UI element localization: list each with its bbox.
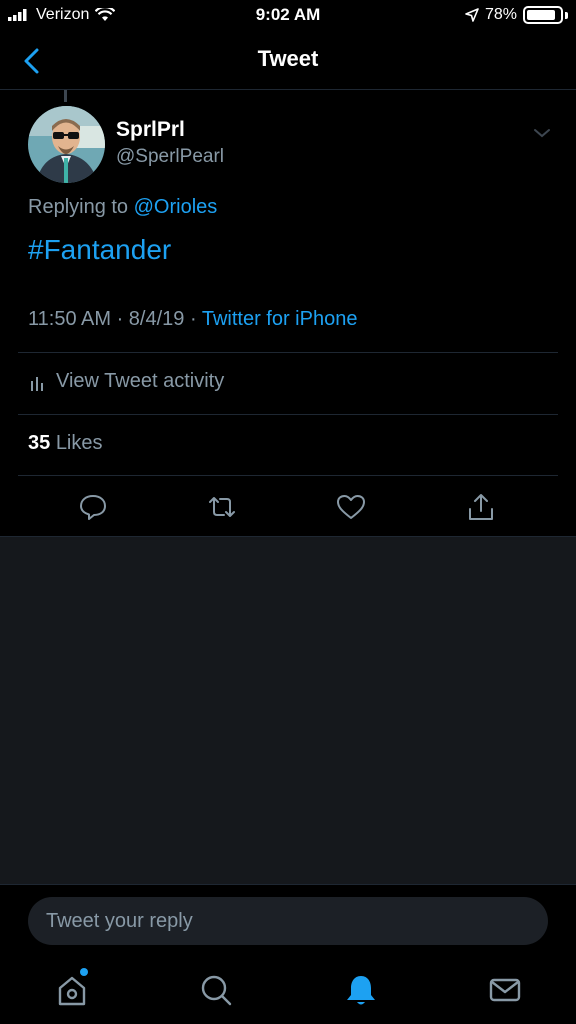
search-icon[interactable] <box>198 972 234 1008</box>
status-bar: Verizon 9:02 AM 78% <box>0 0 576 32</box>
thread-line <box>64 90 67 102</box>
tweet-actions <box>0 478 576 534</box>
battery-label: 78% <box>484 6 517 23</box>
bar-chart-icon <box>31 376 43 391</box>
retweet-icon[interactable] <box>207 492 237 522</box>
divider <box>18 352 558 353</box>
user-handle[interactable]: @SperlPearl <box>116 146 224 168</box>
replying-to: Replying to @Orioles <box>28 196 217 219</box>
avatar[interactable] <box>28 106 105 183</box>
reply-bar <box>0 884 576 961</box>
tweet-meta: 11:50 AM · 8/4/19 · Twitter for iPhone <box>28 308 357 331</box>
nav-bar: Tweet <box>0 32 576 90</box>
chevron-down-icon[interactable] <box>532 126 552 140</box>
display-name[interactable]: SprlPrl <box>116 118 185 142</box>
tab-bar <box>0 960 576 1024</box>
divider <box>18 414 558 415</box>
likes-count: 35 <box>28 432 51 454</box>
home-notification-dot <box>80 968 88 976</box>
share-icon[interactable] <box>466 492 496 522</box>
messages-icon[interactable] <box>487 972 523 1008</box>
page-title: Tweet <box>257 46 319 71</box>
home-icon[interactable] <box>54 972 90 1008</box>
likes-count-link[interactable]: 35 Likes <box>28 432 103 455</box>
empty-replies-area <box>0 536 576 885</box>
divider <box>18 475 558 476</box>
tweet-source-link[interactable]: Twitter for iPhone <box>202 308 358 330</box>
view-activity-label: View Tweet activity <box>56 370 225 392</box>
avatar-image <box>28 106 105 183</box>
battery-icon <box>523 6 563 24</box>
tweet-detail: SprlPrl @SperlPearl Replying to @Orioles… <box>0 90 576 536</box>
likes-label: Likes <box>55 432 103 454</box>
view-activity-button[interactable]: View Tweet activity <box>30 370 224 393</box>
reply-icon[interactable] <box>78 492 108 522</box>
notifications-icon[interactable] <box>343 972 379 1008</box>
tweet-timestamp: 11:50 AM · 8/4/19 · <box>28 308 197 330</box>
replying-prefix: Replying to <box>28 196 129 218</box>
tweet-text-hashtag[interactable]: #Fantander <box>28 234 171 266</box>
location-icon <box>465 8 479 22</box>
like-icon[interactable] <box>336 492 366 522</box>
replying-mention-link[interactable]: @Orioles <box>134 196 218 218</box>
status-right: 78% <box>465 6 568 24</box>
reply-input[interactable] <box>28 897 548 945</box>
